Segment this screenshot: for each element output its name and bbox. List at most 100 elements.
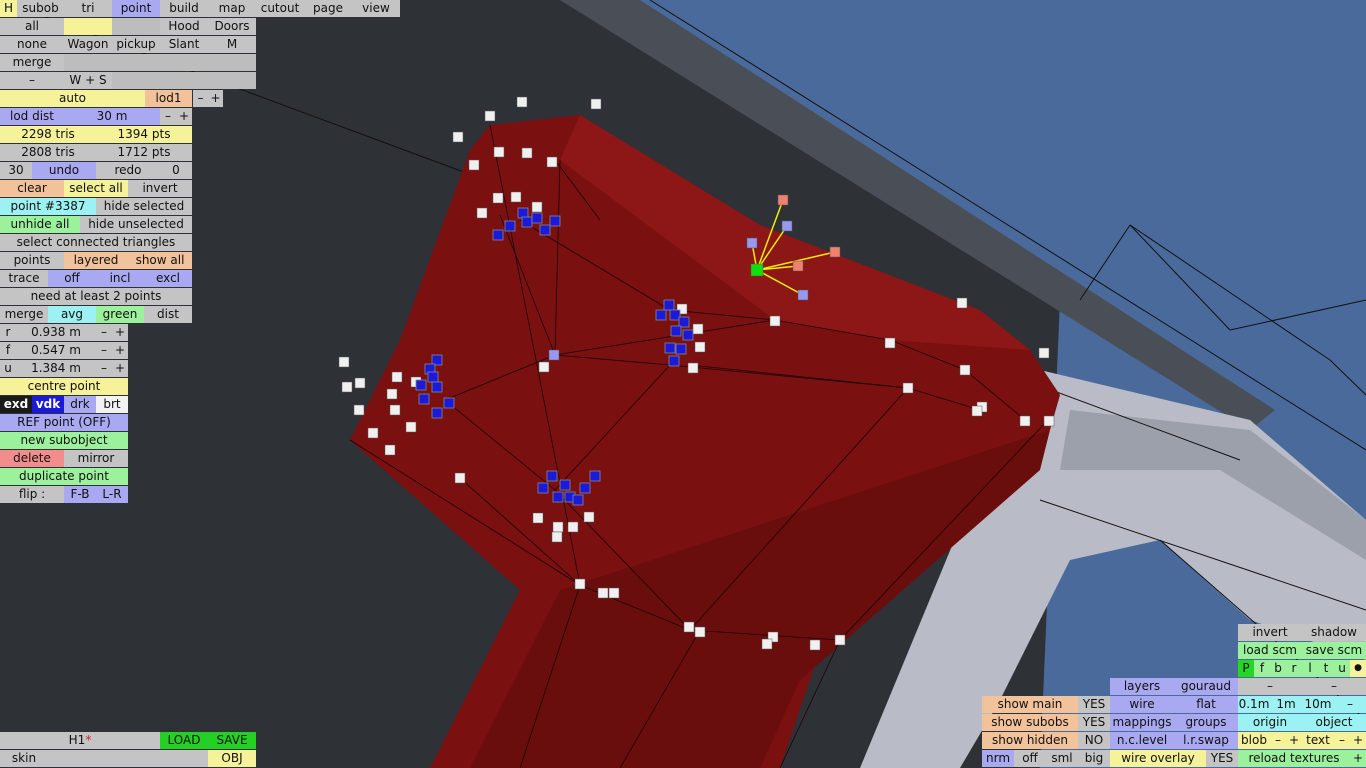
wire-overlay-value[interactable]: YES bbox=[1206, 750, 1238, 767]
vertex-point[interactable] bbox=[1038, 347, 1050, 359]
vertex-point[interactable] bbox=[492, 192, 504, 204]
duplicate-point-button[interactable]: duplicate point bbox=[0, 468, 128, 485]
vertex-point[interactable] bbox=[341, 381, 353, 393]
shade-drk-button[interactable]: drk bbox=[64, 396, 96, 413]
delete-button[interactable]: delete bbox=[0, 450, 64, 467]
trace-off-button[interactable]: off bbox=[48, 270, 96, 287]
subob-all[interactable]: all bbox=[0, 18, 64, 35]
subob-empty[interactable] bbox=[112, 72, 160, 89]
groups-button[interactable]: groups bbox=[1174, 714, 1238, 731]
unhide-all-button[interactable]: unhide all bbox=[0, 216, 80, 233]
coord-r-plus[interactable]: + bbox=[112, 324, 128, 341]
select-all-button[interactable]: select all bbox=[64, 180, 128, 197]
vertex-point[interactable] bbox=[532, 512, 544, 524]
selected-vertex-point[interactable] bbox=[418, 393, 430, 405]
text-plus-button[interactable]: + bbox=[1350, 732, 1366, 749]
tab-map[interactable]: map bbox=[208, 0, 256, 17]
size-nrm-button[interactable]: nrm bbox=[982, 750, 1014, 767]
vertex-point[interactable] bbox=[769, 315, 781, 327]
view-p-button[interactable]: P bbox=[1238, 660, 1254, 677]
vertex-point[interactable] bbox=[683, 621, 695, 633]
vertex-point[interactable] bbox=[692, 323, 704, 335]
vertex-point[interactable] bbox=[493, 146, 505, 158]
merge-avg-button[interactable]: avg bbox=[48, 306, 96, 323]
obj-button[interactable]: OBJ bbox=[208, 750, 256, 767]
subob-blank[interactable] bbox=[64, 18, 112, 35]
mirror-button[interactable]: mirror bbox=[64, 450, 128, 467]
tab-tri[interactable]: tri bbox=[64, 0, 112, 17]
minus-b-button[interactable]: – bbox=[1302, 678, 1366, 695]
view-l-button[interactable]: l bbox=[1302, 660, 1318, 677]
selected-vertex-point[interactable] bbox=[670, 325, 682, 337]
view-dot-button[interactable]: ● bbox=[1350, 660, 1366, 677]
vertex-point[interactable] bbox=[367, 427, 379, 439]
vertex-point[interactable] bbox=[552, 521, 564, 533]
vertex-point[interactable] bbox=[567, 521, 579, 533]
view-r-button[interactable]: r bbox=[1286, 660, 1302, 677]
vertex-point[interactable] bbox=[597, 587, 609, 599]
vertex-point[interactable] bbox=[354, 377, 366, 389]
selected-vertex-point[interactable] bbox=[668, 355, 680, 367]
vertex-point[interactable] bbox=[956, 297, 968, 309]
minus-a-button[interactable]: – bbox=[1238, 678, 1302, 695]
subob-doors[interactable]: Doors bbox=[208, 18, 256, 35]
vertex-point[interactable] bbox=[583, 511, 595, 523]
selected-vertex-point[interactable] bbox=[531, 212, 543, 224]
subob-m[interactable]: M bbox=[208, 36, 256, 53]
mappings-button[interactable]: mappings bbox=[1110, 714, 1174, 731]
text-button[interactable]: text bbox=[1302, 732, 1334, 749]
selected-vertex-point[interactable] bbox=[682, 329, 694, 341]
selected-vertex-point[interactable] bbox=[517, 207, 529, 219]
vertex-point[interactable] bbox=[484, 110, 496, 122]
grid-0-1m-button[interactable]: 0.1m bbox=[1238, 696, 1270, 713]
vertex-point[interactable] bbox=[405, 421, 417, 433]
size-big-button[interactable]: big bbox=[1078, 750, 1110, 767]
wire-overlay-button[interactable]: wire overlay bbox=[1110, 750, 1206, 767]
selected-vertex-point[interactable] bbox=[669, 309, 681, 321]
subob-empty[interactable] bbox=[208, 54, 256, 71]
show-all-button[interactable]: show all bbox=[128, 252, 192, 269]
select-connected-button[interactable]: select connected triangles bbox=[0, 234, 192, 251]
hide-selected-button[interactable]: hide selected bbox=[96, 198, 192, 215]
selected-vertex-point[interactable] bbox=[539, 224, 551, 236]
selected-vertex-point[interactable] bbox=[549, 215, 561, 227]
lod-dist-minus[interactable]: – bbox=[160, 108, 176, 125]
selected-vertex-point[interactable] bbox=[521, 216, 533, 228]
selected-vertex-point[interactable] bbox=[415, 379, 427, 391]
subob-empty[interactable] bbox=[112, 54, 160, 71]
selected-vertex-point[interactable] bbox=[589, 470, 601, 482]
selected-vertex-point[interactable] bbox=[427, 371, 439, 383]
subob-hood[interactable]: Hood bbox=[160, 18, 208, 35]
nc-level-button[interactable]: n.c.level bbox=[1110, 732, 1174, 749]
vertex-point[interactable] bbox=[608, 587, 620, 599]
shade-brt-button[interactable]: brt bbox=[96, 396, 128, 413]
selected-vertex-point[interactable] bbox=[504, 220, 516, 232]
vertex-point[interactable] bbox=[834, 634, 846, 646]
undo-button[interactable]: undo bbox=[32, 162, 96, 179]
layered-button[interactable]: layered bbox=[64, 252, 128, 269]
grid-1m-button[interactable]: 1m bbox=[1270, 696, 1302, 713]
invert-selection-button[interactable]: invert bbox=[128, 180, 192, 197]
vertex-point[interactable] bbox=[510, 191, 522, 203]
3d-viewport[interactable] bbox=[0, 0, 1366, 768]
vertex-point[interactable] bbox=[761, 638, 773, 650]
coord-u-value[interactable]: 1.384 m bbox=[16, 360, 96, 377]
selected-vertex-point[interactable] bbox=[655, 309, 667, 321]
size-sml-button[interactable]: sml bbox=[1046, 750, 1078, 767]
selected-vertex-point[interactable] bbox=[678, 316, 690, 328]
vertex-point[interactable] bbox=[809, 639, 821, 651]
wire-button[interactable]: wire bbox=[1110, 696, 1174, 713]
vertex-point[interactable] bbox=[353, 404, 365, 416]
coord-u-minus[interactable]: – bbox=[96, 360, 112, 377]
show-main-value[interactable]: YES bbox=[1078, 696, 1110, 713]
vertex-point[interactable] bbox=[551, 531, 563, 543]
subob-none[interactable]: none bbox=[0, 36, 64, 53]
selected-vertex-point[interactable] bbox=[537, 482, 549, 494]
grid-10m-button[interactable]: 10m bbox=[1302, 696, 1334, 713]
tab-point[interactable]: point bbox=[112, 0, 160, 17]
shade-exd-button[interactable]: exd bbox=[0, 396, 32, 413]
load-button[interactable]: LOAD bbox=[160, 732, 208, 749]
shadow-button[interactable]: shadow bbox=[1302, 624, 1366, 641]
vertex-point[interactable] bbox=[694, 341, 706, 353]
new-subobject-button[interactable]: new subobject bbox=[0, 432, 128, 449]
